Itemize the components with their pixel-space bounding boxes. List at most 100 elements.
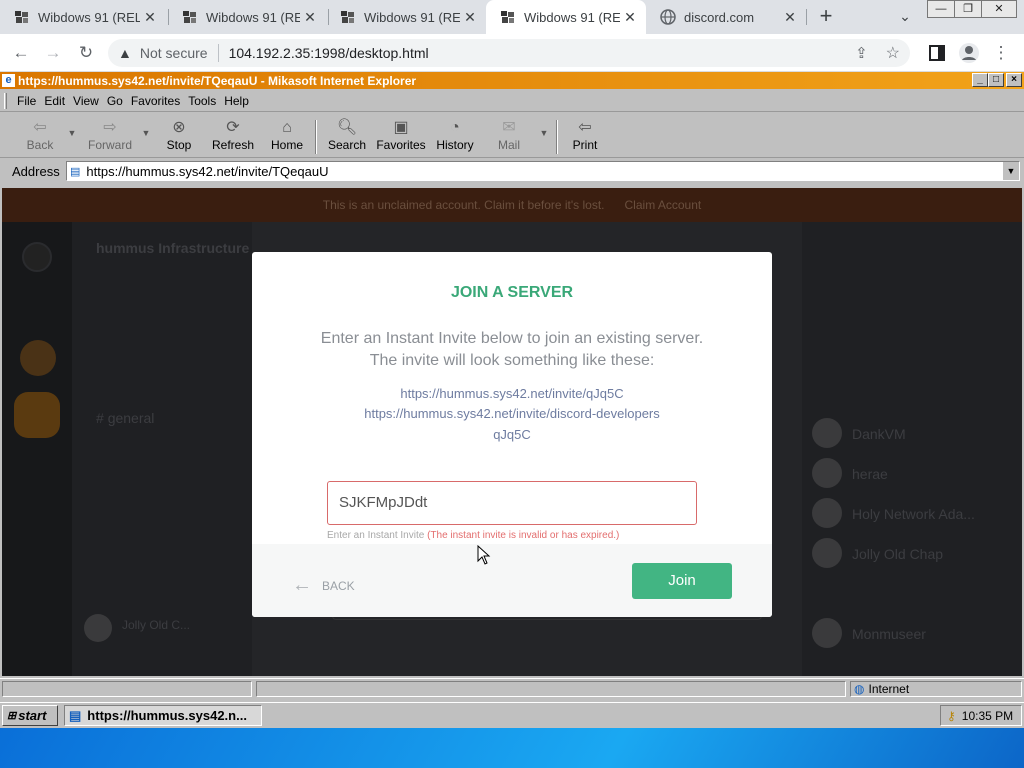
ie-favorites-button[interactable]: ▣ Favorites xyxy=(374,118,428,156)
bookmark-star-icon[interactable]: ☆ xyxy=(886,43,900,63)
invite-example: https://hummus.sys42.net/invite/qJq5C xyxy=(400,386,624,401)
member-name[interactable]: DankVM xyxy=(852,426,906,442)
address-dropdown-icon[interactable]: ▼ xyxy=(1003,162,1019,180)
back-arrow-icon[interactable]: ← xyxy=(10,42,32,64)
menu-tools[interactable]: Tools xyxy=(188,94,216,108)
banner-text: This is an unclaimed account. Claim it b… xyxy=(322,198,605,212)
security-label: Not secure xyxy=(139,45,208,61)
member-avatar xyxy=(812,618,842,648)
browser-tab-strip: Wibdows 91 (REL ✕ Wibdows 91 (REL ✕ Wibd… xyxy=(0,0,1024,34)
browser-tab[interactable]: Wibdows 91 (REL ✕ xyxy=(168,0,326,34)
favorites-folder-icon: ▣ xyxy=(393,119,409,136)
invite-label: Enter an Instant Invite xyxy=(327,530,425,541)
ie-back-button[interactable]: ⇦ Back xyxy=(20,118,60,156)
member-name[interactable]: Jolly Old Chap xyxy=(852,546,943,562)
server-icon[interactable] xyxy=(20,340,56,376)
minimize-window-button[interactable]: — xyxy=(927,0,955,18)
member-name[interactable]: Holy Network Ada... xyxy=(852,506,975,522)
menu-edit[interactable]: Edit xyxy=(44,94,65,108)
security-zone: Internet xyxy=(868,682,910,696)
ie-print-button[interactable]: ⇦ Print xyxy=(566,118,604,156)
channel-general[interactable]: # general xyxy=(96,410,154,426)
close-tab-icon[interactable]: ✕ xyxy=(140,9,160,26)
tab-search-chevron-icon[interactable]: ⌄ xyxy=(894,5,916,27)
ie-history-button[interactable]: ◔ History xyxy=(432,118,478,156)
member-avatar xyxy=(812,538,842,568)
member-avatar xyxy=(812,458,842,488)
ie-search-button[interactable]: 🔍︎ Search xyxy=(324,118,370,156)
menu-go[interactable]: Go xyxy=(107,94,123,108)
close-tab-icon[interactable]: ✕ xyxy=(460,9,480,26)
restore-window-button[interactable]: ❐ xyxy=(954,0,982,18)
browser-tab-active[interactable]: Wibdows 91 (REL ✕ xyxy=(486,0,646,34)
ie-window-title: https://hummus.sys42.net/invite/TQeqauU … xyxy=(18,73,417,88)
close-tab-icon[interactable]: ✕ xyxy=(780,9,800,26)
close-tab-icon[interactable]: ✕ xyxy=(620,9,640,26)
start-button[interactable]: ⊞ start xyxy=(2,705,58,726)
address-input[interactable]: ▤ https://hummus.sys42.net/invite/TQeqau… xyxy=(66,161,1020,181)
side-panel-icon[interactable] xyxy=(926,42,948,64)
key-icon: ⚷ xyxy=(947,708,956,723)
refresh-icon: ⟳ xyxy=(226,119,240,136)
server-name: hummus Infrastructure xyxy=(96,240,250,256)
reload-icon[interactable]: ↻ xyxy=(75,42,97,64)
wibdows-favicon-icon xyxy=(500,9,516,25)
ie-minimize-button[interactable]: _ xyxy=(972,73,988,87)
server-icon-active[interactable] xyxy=(14,392,60,438)
claim-account-button[interactable]: Claim Account xyxy=(625,198,702,212)
invite-input[interactable]: SJKFMpJDdt xyxy=(327,481,697,525)
member-name[interactable]: herae xyxy=(852,466,888,482)
channel-sidebar: hummus Infrastructure # general Jolly Ol… xyxy=(72,222,252,676)
unclaimed-banner: This is an unclaimed account. Claim it b… xyxy=(2,188,1022,222)
history-clock-icon: ◔ xyxy=(450,119,460,136)
member-name[interactable]: Monmuseer xyxy=(852,626,926,642)
menu-favorites[interactable]: Favorites xyxy=(131,94,180,108)
close-tab-icon[interactable]: ✕ xyxy=(300,9,320,26)
ie-menu-bar: File Edit View Go Favorites Tools Help xyxy=(0,90,1024,112)
browser-tab[interactable]: Wibdows 91 (REL ✕ xyxy=(326,0,486,34)
ie-maximize-button[interactable]: □ xyxy=(988,73,1004,87)
member-avatar xyxy=(812,498,842,528)
join-button[interactable]: Join xyxy=(632,563,732,599)
member-list: DankVM herae Holy Network Ada... Jolly O… xyxy=(802,222,1022,676)
page-icon: ▤ xyxy=(70,165,81,178)
friends-icon[interactable] xyxy=(22,242,52,272)
member-avatar xyxy=(812,418,842,448)
mail-icon: ✉ xyxy=(502,119,516,136)
ie-logo-icon: ▤ xyxy=(69,707,82,723)
browser-tab[interactable]: Wibdows 91 (REL ✕ xyxy=(0,0,166,34)
menu-view[interactable]: View xyxy=(73,94,99,108)
profile-avatar-icon[interactable] xyxy=(958,42,980,64)
share-icon[interactable]: ⇪ xyxy=(855,44,868,62)
taskbar-ie-task[interactable]: ▤ https://hummus.sys42.n... xyxy=(64,705,262,726)
new-tab-icon[interactable]: + xyxy=(815,5,837,27)
close-window-button[interactable]: ✕ xyxy=(981,0,1017,18)
clock[interactable]: 10:35 PM xyxy=(962,709,1013,723)
back-arrow-icon: ⇦ xyxy=(33,119,47,136)
ie-stop-button[interactable]: ⊗ Stop xyxy=(160,118,198,156)
ie-close-button[interactable]: × xyxy=(1006,73,1022,87)
self-avatar xyxy=(84,614,112,642)
internet-globe-icon: ◍ xyxy=(854,682,865,696)
invite-example: qJq5C xyxy=(493,427,531,442)
ie-refresh-button[interactable]: ⟳ Refresh xyxy=(208,118,258,156)
home-icon: ⌂ xyxy=(282,119,292,136)
left-arrow-icon: ← xyxy=(292,574,312,596)
menu-file[interactable]: File xyxy=(17,94,36,108)
ie-forward-button[interactable]: ⇨ Forward xyxy=(82,118,138,156)
browser-tab[interactable]: discord.com ✕ xyxy=(646,0,806,34)
more-menu-icon[interactable]: ⋮ xyxy=(990,42,1012,64)
forward-arrow-icon[interactable]: → xyxy=(42,42,64,64)
ie-mail-button[interactable]: ✉ Mail xyxy=(490,118,528,156)
back-button[interactable]: ← BACK xyxy=(292,574,355,597)
address-value: https://hummus.sys42.net/invite/TQeqauU xyxy=(86,163,329,179)
url-bar[interactable]: ▲ Not secure 104.192.2.35:1998/desktop.h… xyxy=(108,39,910,67)
menu-help[interactable]: Help xyxy=(224,94,249,108)
address-label: Address xyxy=(12,164,60,179)
stop-icon: ⊗ xyxy=(172,119,186,136)
join-server-modal: JOIN A SERVER Enter an Instant Invite be… xyxy=(252,252,772,617)
wibdows-favicon-icon xyxy=(182,9,198,25)
ie-home-button[interactable]: ⌂ Home xyxy=(266,118,308,156)
screen: Wibdows 91 (REL ✕ Wibdows 91 (REL ✕ Wibd… xyxy=(0,0,1024,768)
server-list xyxy=(2,222,72,676)
